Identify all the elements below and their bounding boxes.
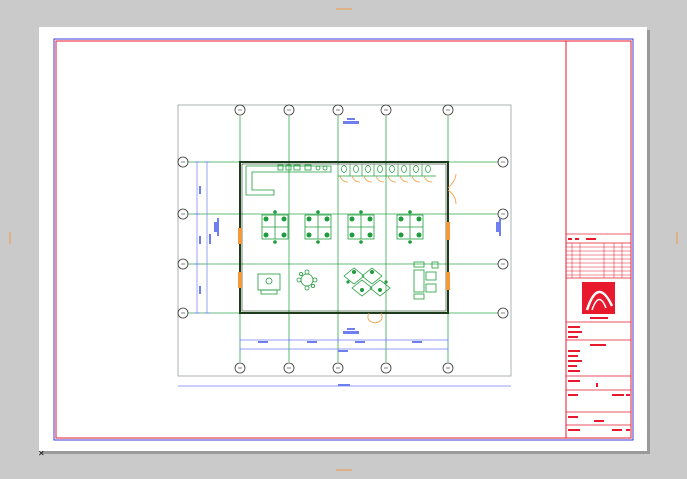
cad-layout-workspace[interactable]: ✕ bbox=[0, 0, 687, 479]
logo-arc-icon bbox=[582, 282, 615, 319]
paper-sheet[interactable] bbox=[39, 27, 647, 451]
sheet-origin-marker: ✕ bbox=[38, 449, 45, 458]
layout-canvas[interactable]: ✕ bbox=[0, 0, 687, 479]
